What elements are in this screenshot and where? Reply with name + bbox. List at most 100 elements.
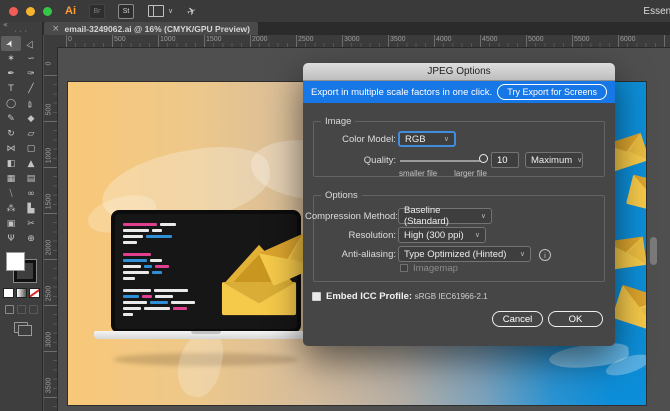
ok-button[interactable]: OK	[548, 311, 603, 327]
zoom-tool[interactable]: ⊕	[21, 231, 41, 246]
gradient-tool[interactable]: ▤	[21, 171, 41, 186]
selection-tool[interactable]: ➤	[1, 36, 21, 51]
fill-swatch[interactable]	[6, 252, 25, 271]
direct-selection-tool[interactable]: ▷	[21, 36, 41, 51]
hand-tool-icon: Ψ	[7, 234, 14, 244]
ruler-label: 6000	[618, 36, 636, 43]
code-line	[123, 235, 291, 238]
pen-tool-icon: ✒	[7, 69, 15, 79]
bridge-icon[interactable]: Br	[89, 4, 105, 19]
compression-method-label: Compression Method:	[305, 211, 396, 222]
illustrator-logo: Ai	[65, 5, 76, 17]
tool-grid: ➤▷✶∽ ✒ ✑ T╱ ◯ ✏ ✎ ◆↻▱⋈▢◧ ▲ ▦▤⧹∞⁂▙ ▣ ✂ Ψ ⊕	[0, 36, 42, 246]
stock-icon[interactable]: St	[118, 4, 134, 19]
color-model-label: Color Model:	[305, 134, 396, 145]
info-icon[interactable]: i	[539, 249, 551, 261]
chevron-down-icon: ∨	[577, 156, 582, 164]
cancel-button[interactable]: Cancel	[492, 311, 543, 327]
line-segment-tool[interactable]: ╱	[21, 81, 41, 96]
gradient-button[interactable]	[16, 288, 27, 298]
type-tool[interactable]: T	[1, 81, 21, 96]
resolution-label: Resolution:	[305, 230, 396, 241]
curvature-tool[interactable]: ✑	[21, 66, 41, 81]
ellipse-tool-icon: ◯	[6, 99, 16, 109]
arrange-documents-icon[interactable]	[148, 5, 164, 17]
embed-icc-label: Embed ICC Profile: sRGB IEC61966-2.1	[326, 291, 488, 302]
perspective-grid-tool-icon: ▲	[28, 159, 35, 169]
ruler-corner	[44, 35, 57, 47]
pencil-tool-icon: ✎	[7, 114, 15, 124]
zoom-window-button[interactable]	[43, 7, 52, 16]
lasso-tool[interactable]: ∽	[21, 51, 41, 66]
workspace-switcher[interactable]: Essent	[643, 6, 670, 17]
flying-envelope	[626, 175, 647, 214]
code-segment	[150, 301, 168, 304]
magic-wand-tool[interactable]: ✶	[1, 51, 21, 66]
document-tab[interactable]: × email-3249062.ai @ 16% (CMYK/GPU Previ…	[44, 22, 258, 35]
quality-slider-knob[interactable]	[479, 154, 488, 163]
screen-mode-button[interactable]	[14, 322, 28, 333]
ruler-label: 5500	[572, 36, 590, 43]
embed-icc-checkbox[interactable]	[312, 292, 321, 301]
document-tab-bar: × email-3249062.ai @ 16% (CMYK/GPU Previ…	[0, 22, 670, 35]
draw-inside-mode-button[interactable]	[29, 305, 38, 314]
chevron-down-icon: ∨	[520, 250, 525, 258]
compression-method-select[interactable]: Baseline (Standard) ∨	[398, 208, 492, 224]
symbol-sprayer-tool[interactable]: ⁂	[1, 201, 21, 216]
minimize-window-button[interactable]	[26, 7, 35, 16]
fill-stroke-swatches	[6, 252, 36, 282]
export-banner: Export in multiple scale factors in one …	[303, 81, 615, 103]
pen-tool[interactable]: ✒	[1, 66, 21, 81]
tools-panel: « • • • ➤▷✶∽✒✑T╱◯✏✎◆↻▱⋈▢◧▲▦▤⧹∞⁂▙▣✂Ψ⊕	[0, 22, 43, 411]
vertical-scrollbar-thumb[interactable]	[650, 237, 657, 265]
jpeg-options-dialog: JPEG Options Export in multiple scale fa…	[303, 63, 615, 346]
shaper-tool[interactable]: ◆	[21, 111, 41, 126]
ellipse-tool[interactable]: ◯	[1, 96, 21, 111]
anti-aliasing-select[interactable]: Type Optimized (Hinted) ∨	[398, 246, 531, 262]
ruler-label: 1000	[46, 141, 53, 171]
color-model-select[interactable]: RGB ∨	[398, 131, 456, 147]
perspective-grid-tool[interactable]: ▲	[21, 156, 41, 171]
blend-tool[interactable]: ∞	[21, 186, 41, 201]
draw-behind-mode-button[interactable]	[17, 305, 26, 314]
code-segment	[123, 271, 149, 274]
chevron-down-icon: ∨	[475, 231, 480, 239]
curvature-tool-icon: ✑	[27, 69, 35, 79]
color-button[interactable]	[3, 288, 14, 298]
try-export-for-screens-button[interactable]: Try Export for Screens	[497, 84, 607, 100]
artboard-tool-icon: ▣	[7, 219, 16, 229]
code-segment	[123, 253, 151, 256]
ruler-label: 1500	[46, 187, 53, 217]
chevron-down-icon[interactable]: ∨	[168, 7, 173, 15]
scale-tool[interactable]: ▱	[21, 126, 41, 141]
code-segment	[171, 301, 195, 304]
pencil-tool[interactable]: ✎	[1, 111, 21, 126]
width-tool[interactable]: ⋈	[1, 141, 21, 156]
resolution-select[interactable]: High (300 ppi) ∨	[398, 227, 486, 243]
share-icon[interactable]: ✈	[185, 3, 198, 18]
quality-value-input[interactable]: 10	[491, 152, 519, 168]
illustrator-window: Ai Br St ∨ ✈ Essent × email-3249062.ai @…	[0, 0, 670, 411]
artboard-tool[interactable]: ▣	[1, 216, 21, 231]
slice-tool[interactable]: ✂	[21, 216, 41, 231]
banner-text: Export in multiple scale factors in one …	[311, 87, 492, 98]
code-segment	[123, 277, 135, 280]
code-segment	[123, 235, 143, 238]
close-tab-icon[interactable]: ×	[52, 24, 60, 34]
paintbrush-tool[interactable]: ✏	[21, 96, 41, 111]
code-segment	[123, 265, 141, 268]
ruler-label: 2500	[46, 279, 53, 309]
free-transform-tool[interactable]: ▢	[21, 141, 41, 156]
close-window-button[interactable]	[9, 7, 18, 16]
quality-level-select[interactable]: Maximum ∨	[525, 152, 583, 168]
rotate-tool[interactable]: ↻	[1, 126, 21, 141]
draw-normal-mode-button[interactable]	[5, 305, 14, 314]
column-graph-tool[interactable]: ▙	[21, 201, 41, 216]
none-button[interactable]	[29, 288, 40, 298]
shape-builder-tool[interactable]: ◧	[1, 156, 21, 171]
eyedropper-tool[interactable]: ⧹	[1, 186, 21, 201]
quality-slider-track[interactable]	[400, 160, 484, 162]
laptop-base	[94, 331, 318, 339]
mesh-tool[interactable]: ▦	[1, 171, 21, 186]
hand-tool[interactable]: Ψ	[1, 231, 21, 246]
